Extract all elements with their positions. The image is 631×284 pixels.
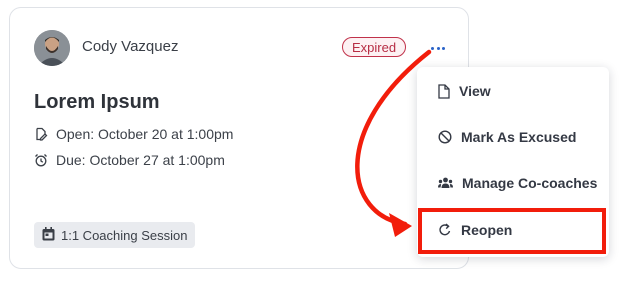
more-dot: [436, 46, 440, 50]
session-type-label: 1:1 Coaching Session: [61, 227, 188, 243]
due-date-row: Due: October 27 at 1:00pm: [34, 152, 225, 168]
calendar-icon: [42, 226, 55, 244]
menu-item-mark-as-excused[interactable]: Mark As Excused: [417, 117, 609, 157]
menu-item-label: Manage Co-coaches: [462, 175, 598, 191]
more-dot: [431, 46, 434, 50]
status-badge: Expired: [342, 37, 407, 57]
alarm-clock-icon: [34, 153, 48, 167]
assignment-title: Lorem Ipsum: [34, 91, 160, 113]
more-options-button[interactable]: [426, 41, 450, 55]
menu-item-view[interactable]: View: [417, 71, 609, 111]
reopen-highlight-box: [418, 208, 606, 254]
open-date-text: Open: October 20 at 1:00pm: [56, 126, 234, 142]
avatar: [34, 30, 70, 66]
more-dot: [442, 46, 445, 50]
menu-item-manage-co-coaches[interactable]: Manage Co-coaches: [417, 163, 609, 203]
document-icon: [438, 83, 450, 99]
block-icon: [438, 130, 452, 144]
menu-item-label: Mark As Excused: [461, 129, 577, 145]
edit-document-icon: [34, 127, 48, 141]
assignment-card: Cody Vazquez Expired Lorem Ipsum Open: O…: [9, 7, 469, 269]
user-name: Cody Vazquez: [82, 38, 179, 55]
screenshot-stage: Cody Vazquez Expired Lorem Ipsum Open: O…: [0, 0, 631, 284]
menu-item-label: View: [459, 83, 491, 99]
open-date-row: Open: October 20 at 1:00pm: [34, 126, 233, 142]
group-icon: [438, 177, 453, 189]
due-date-text: Due: October 27 at 1:00pm: [56, 152, 225, 168]
session-type-tag: 1:1 Coaching Session: [34, 222, 196, 248]
